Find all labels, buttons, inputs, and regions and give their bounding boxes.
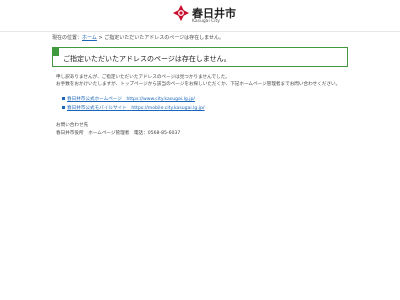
header-divider: [0, 31, 400, 32]
message-line-1: 申し訳ありませんが、ご指定いただいたアドレスのページは見つかりませんでした。: [56, 75, 230, 80]
mobile-site-link[interactable]: 春日井市公式モバイルサイト https://mobile.city.kasuga…: [67, 106, 205, 111]
logo-subtext: Kasugai City: [192, 19, 220, 24]
site-logo[interactable]: 春日井市 Kasugai City: [172, 4, 236, 30]
city-emblem-icon: [172, 4, 190, 22]
breadcrumb-current: ご指定いただいたアドレスのページは存在しません。: [104, 35, 225, 41]
breadcrumb: 現在の位置：ホーム > ご指定いただいたアドレスのページは存在しません。: [52, 34, 224, 41]
inquiry-dept: ホームページ管理者: [88, 131, 130, 136]
inquiry-tel: 0568-85-6037: [147, 131, 181, 136]
inquiry-heading: お問い合わせ先: [56, 123, 89, 128]
error-alert-box: ご指定いただいたアドレスのページは存在しません。: [52, 47, 348, 67]
link-label: 春日井市公式モバイルサイト: [67, 106, 127, 111]
site-header: 春日井市 Kasugai City: [0, 0, 400, 32]
link-label: 春日井市公式ホームページ: [67, 97, 122, 102]
bullet-icon: [62, 106, 65, 109]
bullet-icon: [62, 97, 65, 100]
link-url: https://www.city.kasugai.lg.jp/: [126, 97, 195, 102]
list-item: 春日井市公式ホームページ https://www.city.kasugai.lg…: [62, 96, 205, 105]
breadcrumb-prefix: 現在の位置：: [52, 35, 83, 41]
error-title: ご指定いただいたアドレスのページは存在しません。: [63, 55, 231, 63]
inquiry-org: 春日井市役所: [56, 131, 84, 136]
link-url: https://mobile.city.kasugai.lg.jp/: [131, 106, 205, 111]
error-message: 申し訳ありませんが、ご指定いただいたアドレスのページは見つかりませんでした。 お…: [56, 74, 340, 88]
breadcrumb-home-link[interactable]: ホーム: [82, 35, 97, 41]
inquiry-contact: 春日井市役所 ホームページ管理者 電話：0568-85-6037: [56, 130, 180, 136]
message-line-2: お手数をおかけいたしますが、トップページから該当のページをお探しいただくか、下記…: [56, 82, 341, 87]
inquiry-tel-label: 電話：: [133, 131, 148, 136]
link-list: 春日井市公式ホームページ https://www.city.kasugai.lg…: [62, 96, 205, 114]
list-item: 春日井市公式モバイルサイト https://mobile.city.kasuga…: [62, 105, 205, 114]
official-site-link[interactable]: 春日井市公式ホームページ https://www.city.kasugai.lg…: [67, 97, 195, 102]
alert-accent-tab: [53, 48, 59, 56]
